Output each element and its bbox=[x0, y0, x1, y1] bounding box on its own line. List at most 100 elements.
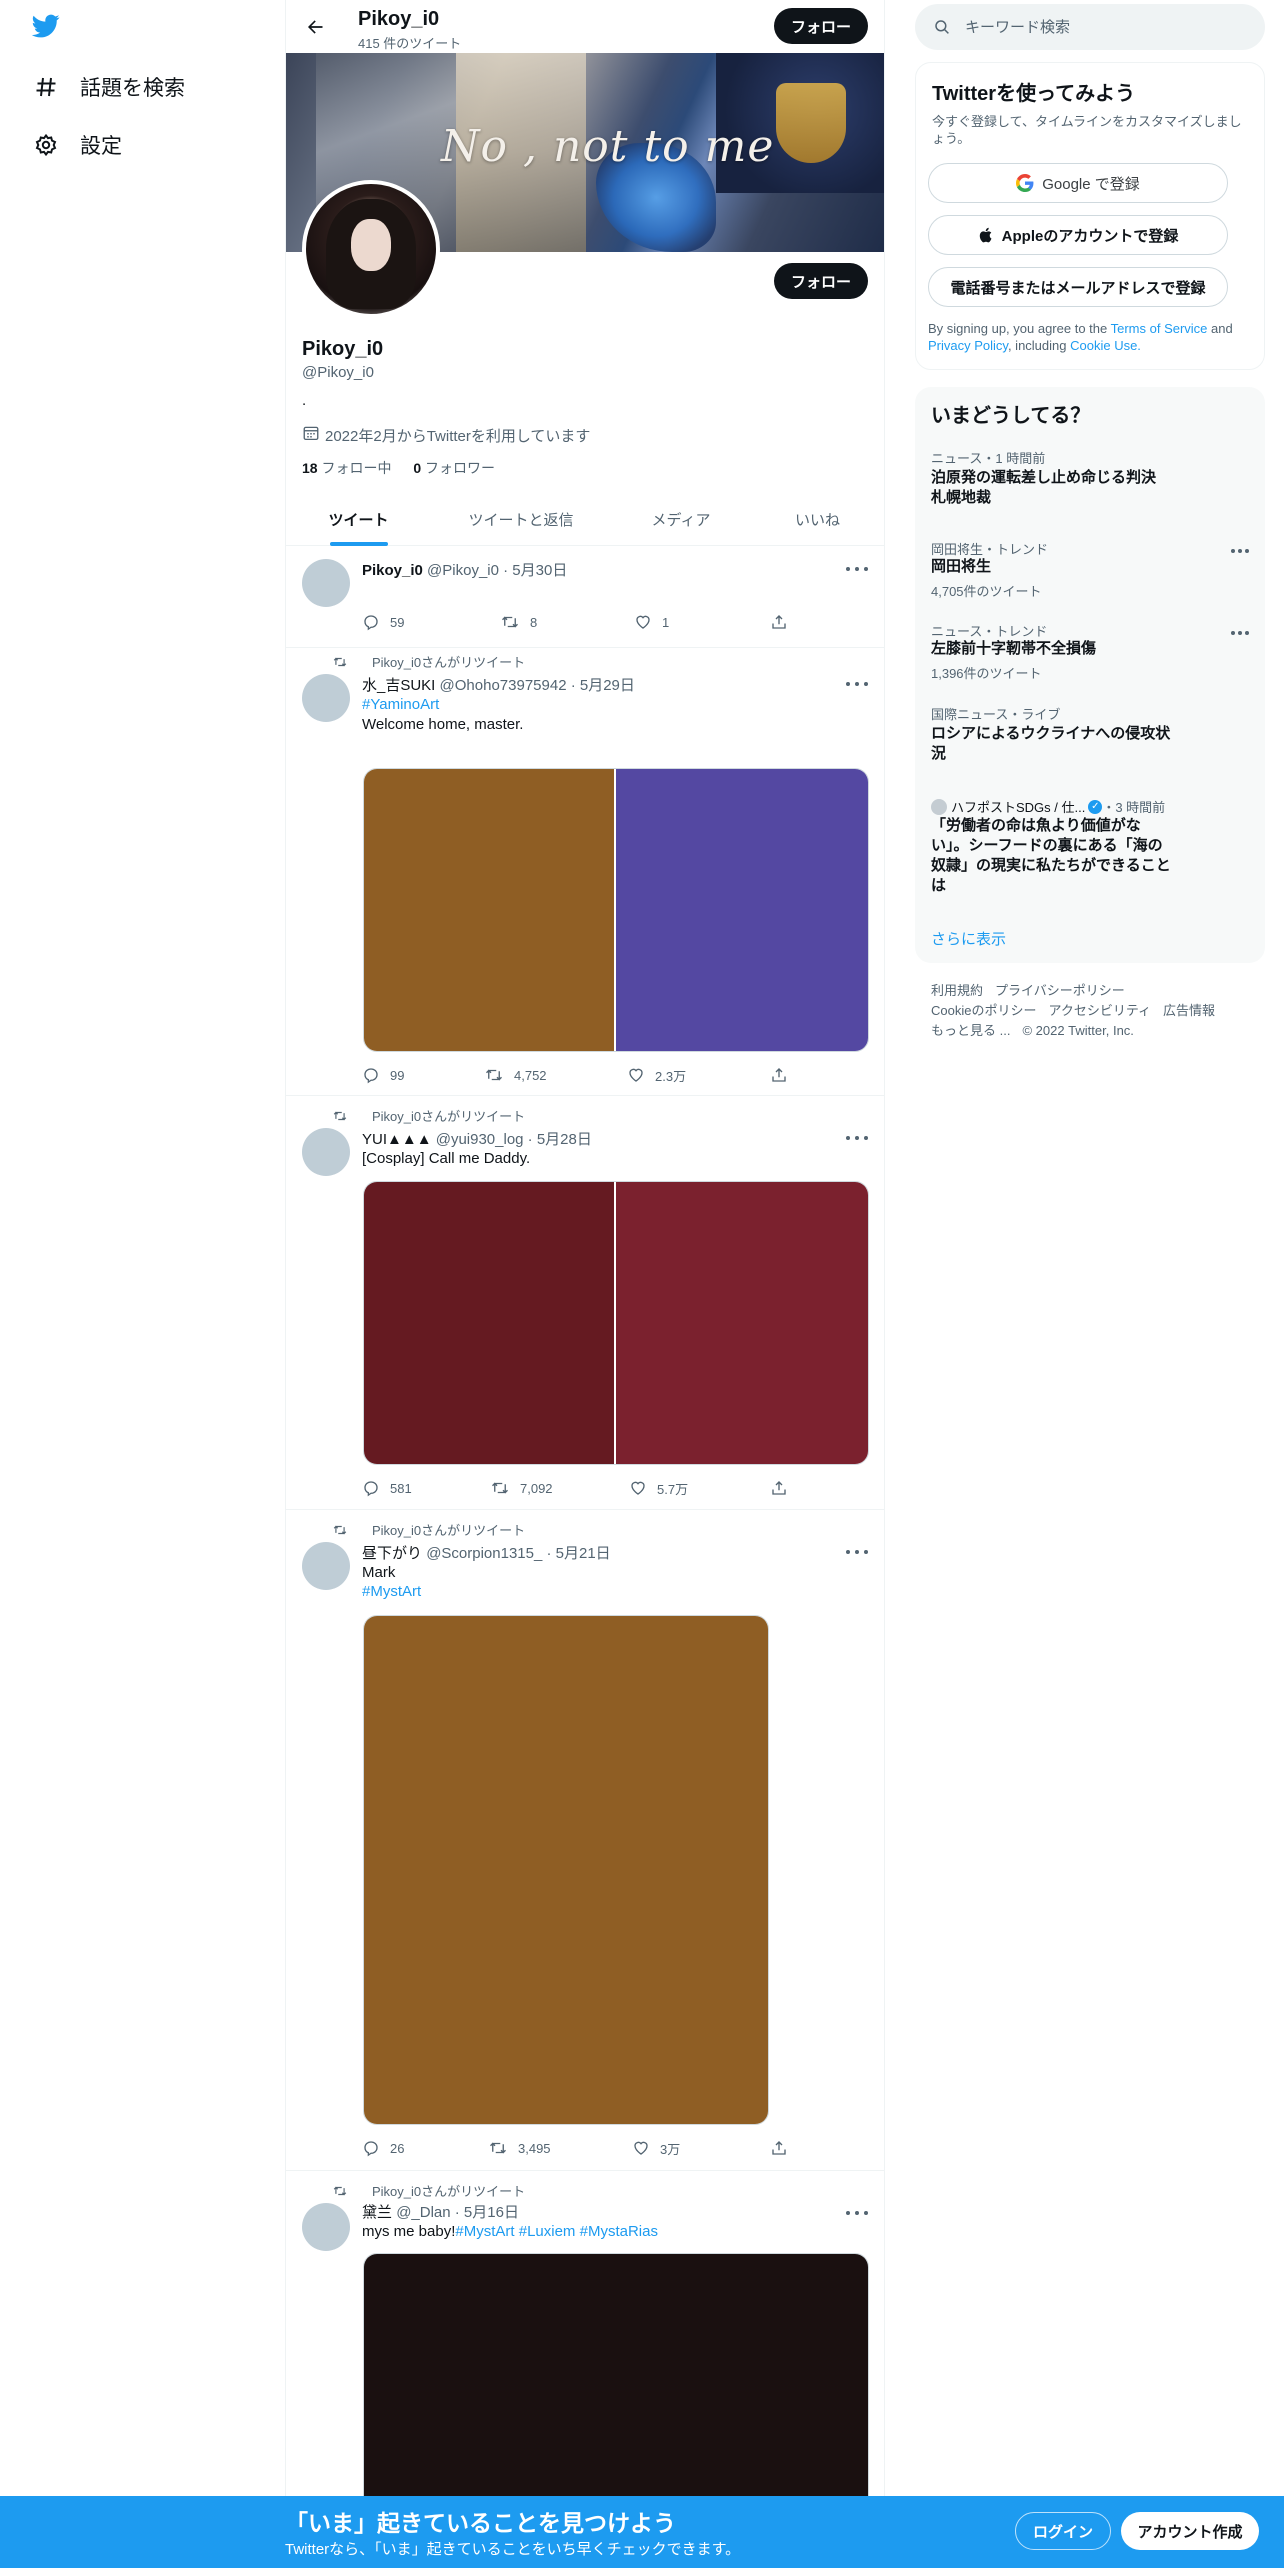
trend-tweet-count: 4,705件のツイート bbox=[931, 584, 1042, 599]
tweet-hashtag[interactable]: #MystArt bbox=[362, 1582, 421, 1602]
terms-link[interactable]: Terms of Service bbox=[1111, 321, 1208, 336]
twitter-logo-icon[interactable] bbox=[30, 12, 66, 44]
tweet-meta[interactable]: @Ohoho73975942 · 5月29日 bbox=[440, 677, 635, 694]
retweet-button[interactable]: 3,495 bbox=[488, 2138, 551, 2158]
media-image[interactable] bbox=[364, 769, 616, 1051]
tweet-actions: 59 8 1 bbox=[362, 612, 790, 632]
profile-tabs: ツイート ツイートと返信 メディア いいね bbox=[286, 492, 884, 546]
share-button[interactable] bbox=[770, 2138, 798, 2158]
nav-explore[interactable]: 話題を検索 bbox=[32, 67, 185, 107]
retweet-indicator: Pikoy_i0さんがリツイート bbox=[332, 2181, 525, 2200]
reply-button[interactable]: 26 bbox=[362, 2138, 404, 2158]
like-count: 1 bbox=[662, 614, 670, 630]
tab-tweets-replies[interactable]: ツイートと返信 bbox=[431, 492, 611, 546]
footer-accessibility-link[interactable]: アクセシビリティ bbox=[1048, 1003, 1151, 1018]
footer-privacy-link[interactable]: プライバシーポリシー bbox=[995, 983, 1125, 998]
login-prompt-banner: 「いま」起きていることを見つけよう Twitterなら、「いま」起きていることを… bbox=[0, 2496, 1284, 2568]
tweet-meta[interactable]: @Scorpion1315_ · 5月21日 bbox=[426, 1545, 611, 1562]
footer-more-link[interactable]: もっと見る ... bbox=[931, 1023, 1010, 1038]
retweeted-by-text[interactable]: Pikoy_i0さんがリツイート bbox=[372, 2181, 525, 2200]
share-icon bbox=[772, 615, 786, 629]
tweet[interactable]: Pikoy_i0 @Pikoy_i0 · 5月30日 59 8 1 bbox=[286, 547, 884, 648]
tweet-avatar[interactable] bbox=[302, 674, 350, 722]
followers-link[interactable]: 0 フォロワー bbox=[413, 460, 495, 476]
more-icon[interactable] bbox=[846, 2206, 868, 2220]
more-icon[interactable] bbox=[846, 1131, 868, 1145]
retweeted-by-text[interactable]: Pikoy_i0さんがリツイート bbox=[372, 1520, 525, 1539]
tab-likes[interactable]: いいね bbox=[751, 492, 884, 546]
retweet-button[interactable]: 4,752 bbox=[484, 1065, 547, 1085]
tweet-author-name[interactable]: YUI▲▲▲ bbox=[362, 1131, 432, 1148]
tweet-avatar[interactable] bbox=[302, 1128, 350, 1176]
reply-button[interactable]: 99 bbox=[362, 1065, 404, 1085]
more-icon[interactable] bbox=[1231, 630, 1249, 636]
tweet-hashtag[interactable]: #YaminoArt bbox=[362, 695, 439, 715]
reply-button[interactable]: 59 bbox=[362, 612, 404, 632]
footer-ads-link[interactable]: 広告情報 bbox=[1163, 1003, 1215, 1018]
footer-cookie-link[interactable]: Cookieのポリシー bbox=[931, 1003, 1036, 1018]
show-more-link[interactable]: さらに表示 bbox=[931, 928, 1006, 949]
tweet-author-name[interactable]: 水_吉SUKI bbox=[362, 677, 435, 694]
more-icon[interactable] bbox=[846, 562, 868, 576]
tweet[interactable]: Pikoy_i0さんがリツイート 昼下がり @Scorpion1315_ · 5… bbox=[286, 1510, 884, 2171]
tab-media[interactable]: メディア bbox=[611, 492, 751, 546]
tweet-media[interactable] bbox=[363, 1181, 869, 1465]
media-image[interactable] bbox=[616, 1182, 868, 1464]
footer-terms-link[interactable]: 利用規約 bbox=[931, 983, 983, 998]
tab-tweets[interactable]: ツイート bbox=[286, 492, 431, 546]
share-button[interactable] bbox=[770, 1065, 798, 1085]
signup-button[interactable]: アカウント作成 bbox=[1121, 2512, 1259, 2550]
hashtag-link[interactable]: #Luxiem bbox=[519, 2223, 576, 2240]
more-icon[interactable] bbox=[846, 1545, 868, 1559]
tweet-author-name[interactable]: Pikoy_i0 bbox=[362, 562, 423, 579]
tweet-media[interactable] bbox=[363, 1615, 769, 2125]
retweeted-by-text[interactable]: Pikoy_i0さんがリツイート bbox=[372, 652, 525, 671]
tweet-avatar[interactable] bbox=[302, 1542, 350, 1590]
profile-follow-button[interactable]: フォロー bbox=[774, 263, 868, 299]
media-image[interactable] bbox=[364, 1182, 616, 1464]
tweet-media[interactable] bbox=[363, 768, 869, 1052]
share-button[interactable] bbox=[770, 1478, 798, 1498]
nav-settings[interactable]: 設定 bbox=[32, 125, 122, 165]
tweet-author-name[interactable]: 昼下がり bbox=[362, 1545, 422, 1562]
media-image[interactable] bbox=[616, 769, 868, 1051]
hashtag-link[interactable]: #MystaRias bbox=[580, 2223, 658, 2240]
retweet-button[interactable]: 8 bbox=[500, 612, 537, 632]
reply-button[interactable]: 581 bbox=[362, 1478, 412, 1498]
tweet-meta[interactable]: @Pikoy_i0 · 5月30日 bbox=[427, 562, 567, 579]
cookie-link[interactable]: Cookie Use. bbox=[1070, 338, 1141, 353]
privacy-link[interactable]: Privacy Policy bbox=[928, 338, 1008, 353]
tweet-header: 黛兰 @_Dlan · 5月16日 bbox=[362, 2201, 519, 2222]
like-button[interactable]: 5.7万 bbox=[629, 1478, 688, 1498]
tweet-avatar[interactable] bbox=[302, 2203, 350, 2251]
like-button[interactable]: 2.3万 bbox=[627, 1065, 686, 1085]
tweet[interactable]: Pikoy_i0さんがリツイート YUI▲▲▲ @yui930_log · 5月… bbox=[286, 1096, 884, 1510]
retweeted-by-text[interactable]: Pikoy_i0さんがリツイート bbox=[372, 1106, 525, 1125]
tweet[interactable]: Pikoy_i0さんがリツイート 水_吉SUKI @Ohoho73975942 … bbox=[286, 648, 884, 1096]
header-follow-button[interactable]: フォロー bbox=[774, 8, 868, 44]
profile-avatar[interactable] bbox=[302, 180, 440, 318]
back-arrow-icon[interactable] bbox=[298, 10, 332, 44]
phone-email-signup-button[interactable]: 電話番号またはメールアドレスで登録 bbox=[928, 267, 1228, 307]
like-button[interactable]: 1 bbox=[634, 612, 669, 632]
tweet-author-name[interactable]: 黛兰 bbox=[362, 2204, 392, 2221]
search-input[interactable] bbox=[965, 18, 1225, 36]
tweet-meta[interactable]: @_Dlan · 5月16日 bbox=[396, 2204, 519, 2221]
media-image[interactable] bbox=[364, 1616, 768, 2124]
more-icon[interactable] bbox=[846, 677, 868, 691]
more-icon[interactable] bbox=[1231, 548, 1249, 554]
search-box[interactable] bbox=[915, 4, 1265, 50]
following-label: フォロー中 bbox=[321, 460, 392, 476]
search-icon bbox=[935, 20, 949, 34]
apple-signup-button[interactable]: Appleのアカウントで登録 bbox=[928, 215, 1228, 255]
tweet-avatar[interactable] bbox=[302, 559, 350, 607]
like-button[interactable]: 3万 bbox=[632, 2138, 680, 2158]
share-button[interactable] bbox=[770, 612, 798, 632]
login-button[interactable]: ログイン bbox=[1015, 2512, 1111, 2550]
google-signup-button[interactable]: Google で登録 bbox=[928, 163, 1228, 203]
gear-icon bbox=[32, 131, 60, 159]
tweet-meta[interactable]: @yui930_log · 5月28日 bbox=[436, 1131, 592, 1148]
retweet-button[interactable]: 7,092 bbox=[490, 1478, 553, 1498]
hashtag-link[interactable]: #MystArt bbox=[455, 2223, 514, 2240]
following-link[interactable]: 18 フォロー中 bbox=[302, 460, 391, 476]
